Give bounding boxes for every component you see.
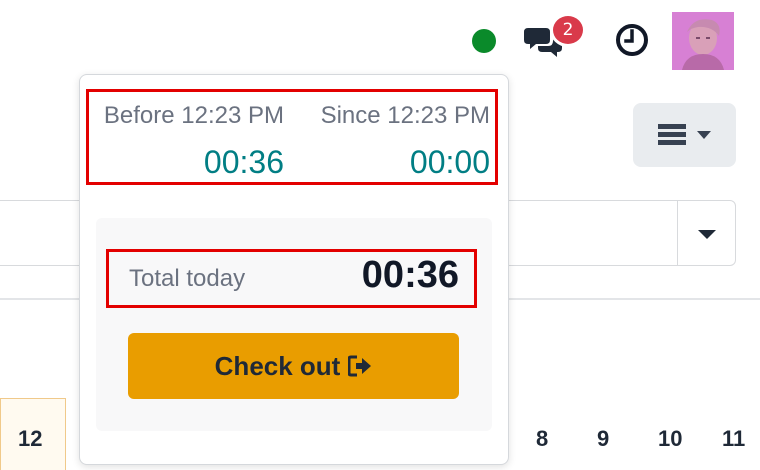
chat-unread-badge: 2 bbox=[550, 13, 586, 47]
calendar-day[interactable]: 12 bbox=[18, 426, 42, 452]
calendar-day[interactable]: 8 bbox=[536, 426, 548, 452]
search-options-toggle[interactable] bbox=[677, 201, 735, 265]
check-out-button[interactable]: Check out bbox=[128, 333, 459, 399]
before-label: Before 12:23 PM bbox=[103, 102, 284, 129]
attendance-summary-card: Total today 00:36 Check out bbox=[96, 218, 492, 431]
attendance-popover: Before 12:23 PM 00:36 Since 12:23 PM 00:… bbox=[79, 74, 509, 465]
calendar-day[interactable]: 9 bbox=[597, 426, 609, 452]
total-today-value: 00:36 bbox=[361, 254, 459, 296]
clock-icon bbox=[616, 24, 648, 56]
avatar-image bbox=[672, 12, 734, 70]
presence-status-dot bbox=[472, 29, 496, 53]
since-value: 00:00 bbox=[409, 144, 490, 180]
attendance-button[interactable] bbox=[614, 22, 650, 58]
calendar-day[interactable]: 11 bbox=[722, 426, 745, 452]
sign-out-icon bbox=[348, 355, 372, 377]
list-view-icon bbox=[658, 124, 711, 145]
calendar-day[interactable]: 10 bbox=[658, 426, 682, 452]
view-switcher-button[interactable] bbox=[633, 103, 736, 167]
caret-down-icon bbox=[698, 230, 716, 239]
since-label: Since 12:23 PM bbox=[320, 102, 490, 129]
time-breakdown-highlight: Before 12:23 PM 00:36 Since 12:23 PM 00:… bbox=[86, 89, 498, 185]
total-today-label: Total today bbox=[129, 265, 246, 292]
check-out-label: Check out bbox=[214, 350, 341, 381]
total-today-highlight: Total today 00:36 bbox=[106, 249, 477, 308]
user-avatar[interactable] bbox=[672, 12, 734, 70]
before-value: 00:36 bbox=[203, 144, 284, 180]
